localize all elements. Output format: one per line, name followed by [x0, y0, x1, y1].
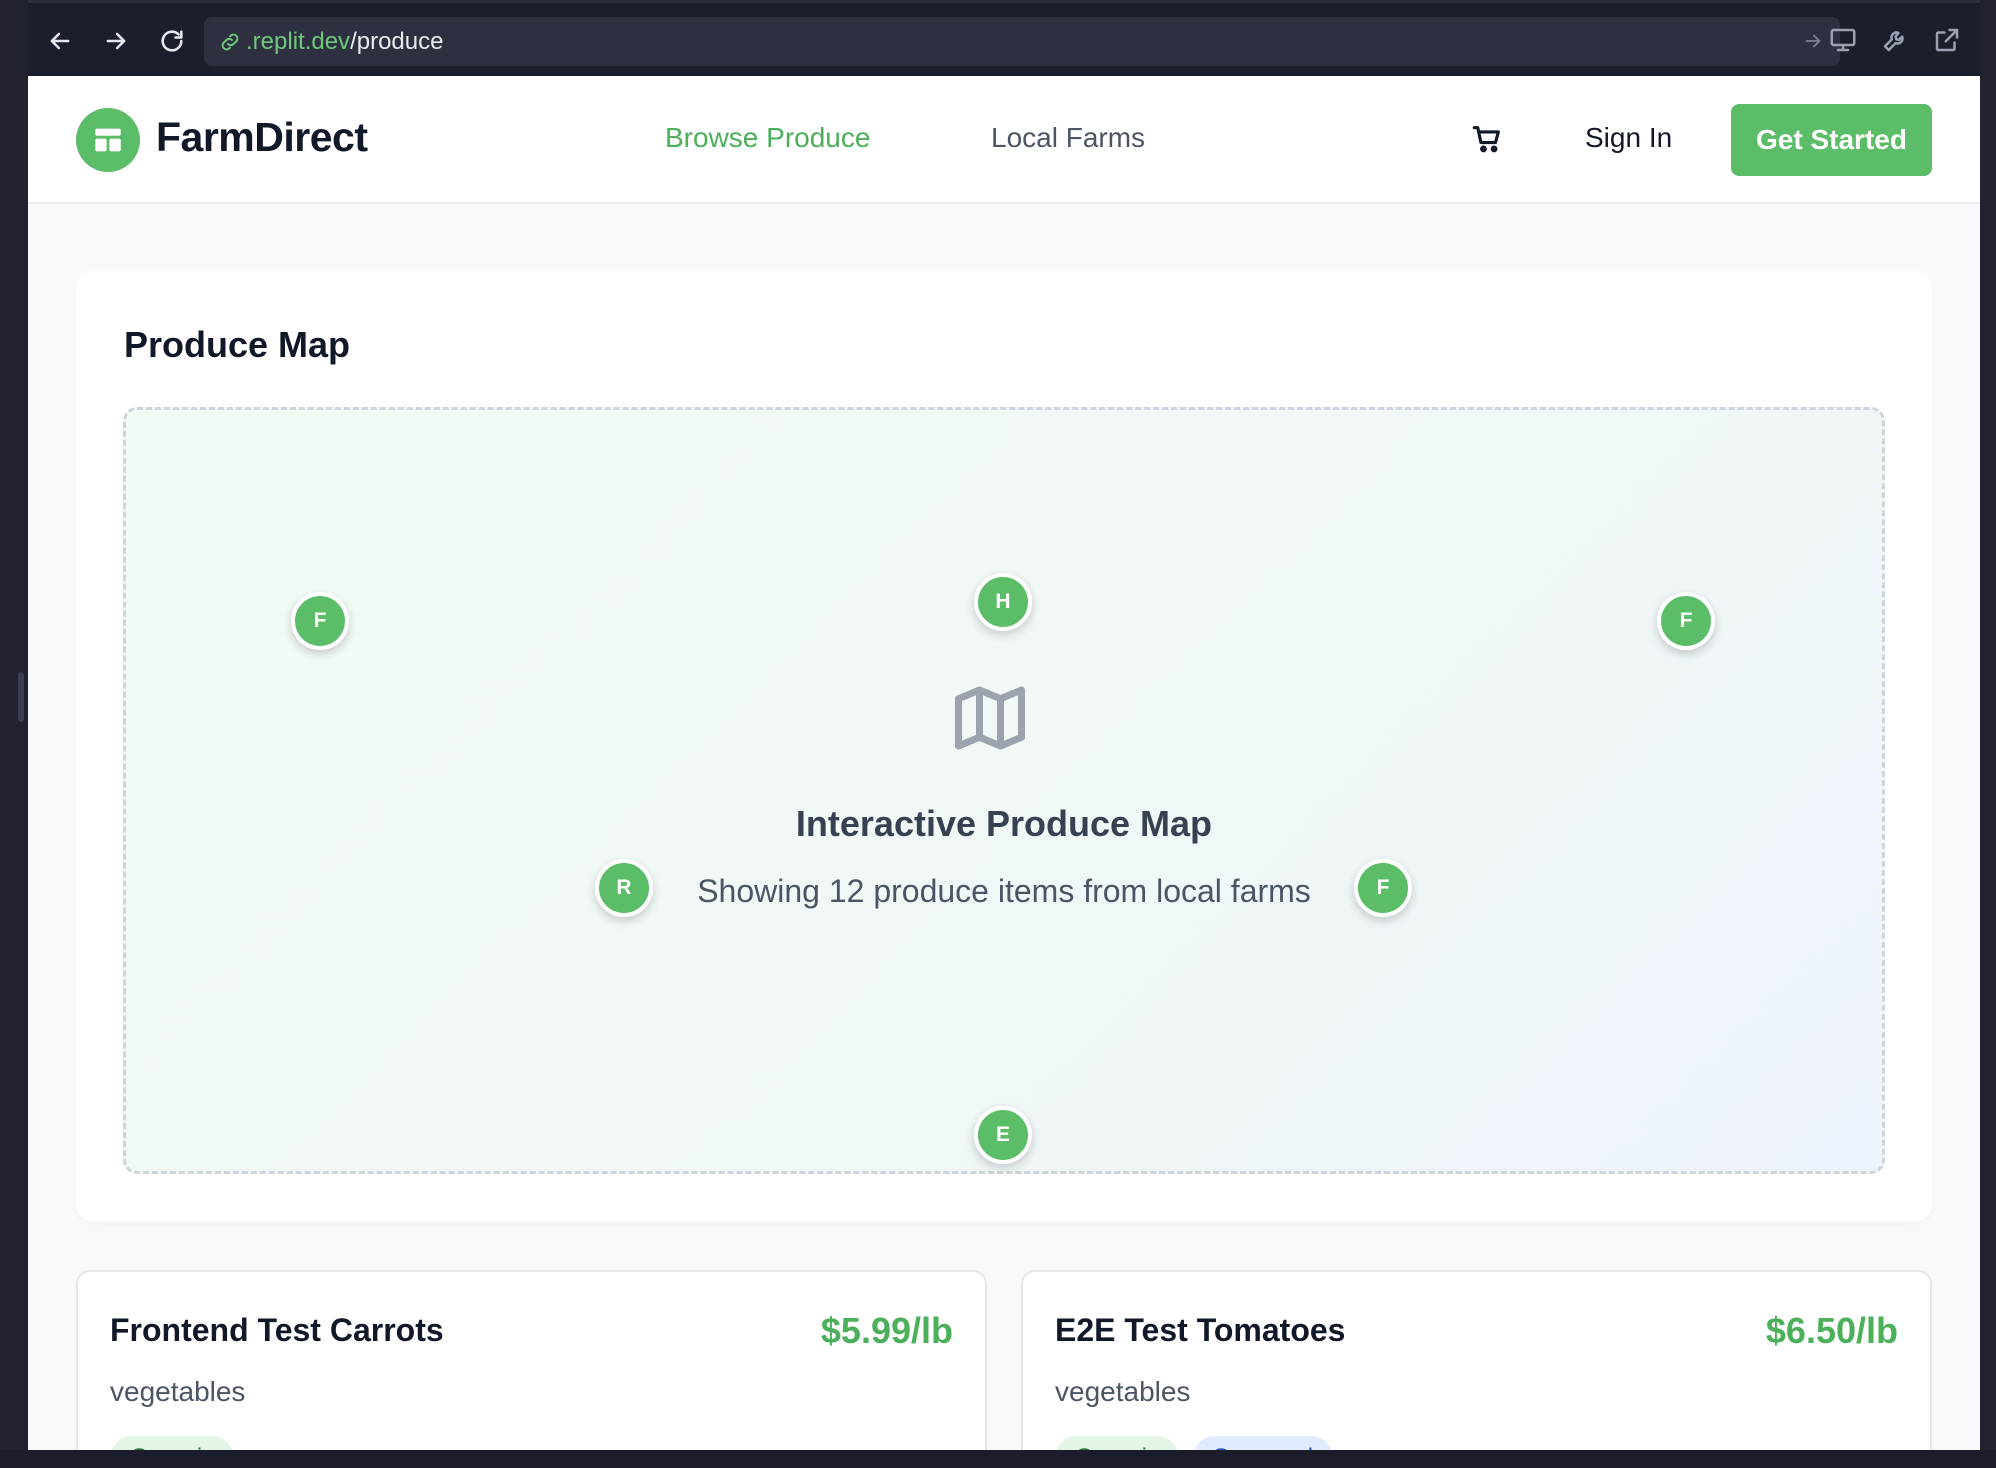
browser-toolbar: .replit.dev/produce [28, 0, 1980, 76]
map-marker[interactable]: F [291, 592, 349, 650]
product-card[interactable]: Frontend Test Carrots $5.99/lb vegetable… [76, 1270, 987, 1450]
product-card[interactable]: E2E Test Tomatoes $6.50/lb vegetables Or… [1021, 1270, 1932, 1450]
wrench-icon[interactable] [1880, 25, 1912, 57]
site-header: FarmDirect Browse Produce Local Farms Si… [28, 76, 1980, 204]
url-text: .replit.dev/produce [246, 28, 443, 56]
nav-local-farms[interactable]: Local Farms [991, 122, 1145, 154]
product-category: vegetables [110, 1376, 246, 1407]
map-area[interactable]: F H F R F E Interactive Produce Map Show… [123, 407, 1885, 1174]
map-icon [948, 676, 1032, 760]
map-marker[interactable]: E [974, 1106, 1032, 1164]
external-link-icon[interactable] [1932, 25, 1964, 57]
nav-browse-produce[interactable]: Browse Produce [665, 122, 870, 154]
window-right-edge [1980, 0, 1996, 1468]
map-heading: Interactive Produce Map [795, 803, 1213, 844]
forward-arrow-icon[interactable] [98, 23, 134, 59]
product-price: $6.50/lb [1765, 1310, 1898, 1351]
go-arrow-icon[interactable] [1802, 30, 1826, 54]
reload-icon[interactable] [154, 23, 190, 59]
address-bar[interactable]: .replit.dev/produce [204, 17, 1840, 66]
cart-icon[interactable] [1470, 122, 1506, 158]
url-path: /produce [350, 28, 444, 55]
get-started-button[interactable]: Get Started [1731, 104, 1932, 176]
map-marker[interactable]: F [1657, 592, 1715, 650]
map-marker[interactable]: H [974, 573, 1032, 631]
sign-in-link[interactable]: Sign In [1585, 122, 1672, 154]
product-tag: Organic [110, 1436, 235, 1450]
page-viewport: FarmDirect Browse Produce Local Farms Si… [28, 76, 1980, 1450]
product-price: $5.99/lb [820, 1310, 953, 1351]
window-left-edge [0, 0, 28, 1468]
product-name: E2E Test Tomatoes [1055, 1312, 1346, 1348]
product-tag: Organic [1055, 1436, 1180, 1450]
link-icon [218, 30, 242, 54]
brand-name[interactable]: FarmDirect [156, 114, 368, 161]
product-name: Frontend Test Carrots [110, 1312, 444, 1348]
farm-logo-icon[interactable] [76, 108, 140, 172]
url-domain: .replit.dev [246, 28, 351, 55]
map-subtitle: Showing 12 produce items from local farm… [697, 873, 1311, 909]
product-tag: Seasonal [1193, 1436, 1334, 1450]
back-arrow-icon[interactable] [42, 23, 78, 59]
window-bottom-edge [0, 1450, 1996, 1468]
produce-map-card: Produce Map F H F R F E Interactive Prod… [76, 270, 1932, 1222]
monitor-icon[interactable] [1828, 25, 1860, 57]
map-title: Produce Map [124, 324, 351, 365]
resize-grip[interactable] [18, 672, 24, 722]
product-category: vegetables [1055, 1376, 1191, 1407]
